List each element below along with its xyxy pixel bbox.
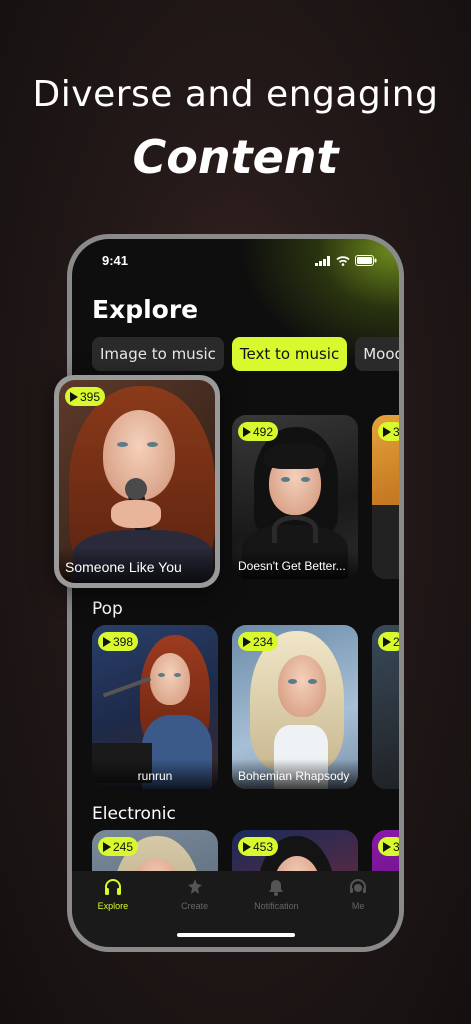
play-icon bbox=[243, 636, 251, 647]
play-icon bbox=[70, 391, 78, 402]
promo-headline-emphasis: Content bbox=[132, 130, 339, 184]
play-count: 245 bbox=[113, 839, 134, 854]
play-count-badge: 453 bbox=[238, 837, 279, 856]
tab-text-to-music[interactable]: Text to music bbox=[231, 337, 348, 371]
bell-icon bbox=[269, 880, 284, 896]
status-icons bbox=[315, 255, 377, 266]
song-title: Bohemian Rhapsody bbox=[232, 759, 358, 789]
app-screen: 9:41 Explore Image to music Text to musi… bbox=[72, 239, 399, 947]
play-count-badge: 234 bbox=[238, 632, 279, 651]
play-count-badge: 245 bbox=[98, 837, 139, 856]
category-tabs: Image to music Text to music Mood bbox=[92, 337, 399, 371]
user-headset-icon bbox=[350, 879, 367, 893]
song-title: runrun bbox=[92, 759, 218, 789]
play-count-badge: 2 bbox=[378, 632, 399, 651]
play-icon bbox=[243, 426, 251, 437]
play-count-badge: 395 bbox=[65, 387, 106, 406]
play-count-badge: 3 bbox=[378, 422, 399, 441]
tab-explore[interactable]: Explore bbox=[78, 877, 148, 947]
play-count: 234 bbox=[253, 634, 274, 649]
tab-label: Create bbox=[181, 901, 209, 911]
section-title-electronic: Electronic bbox=[92, 804, 176, 824]
tab-label: Explore bbox=[97, 901, 129, 911]
battery-icon bbox=[355, 255, 377, 266]
page-title: Explore bbox=[92, 295, 199, 324]
song-card[interactable]: 492 Doesn't Get Better... bbox=[232, 415, 358, 579]
song-card[interactable]: 3 bbox=[372, 415, 399, 579]
play-count-badge: 492 bbox=[238, 422, 279, 441]
play-count: 395 bbox=[80, 389, 101, 404]
tab-mood[interactable]: Mood bbox=[355, 337, 399, 371]
wifi-icon bbox=[336, 255, 350, 266]
pop-row: 398 runrun 234 Bohemian Rhapsody 2 bbox=[92, 625, 399, 789]
song-card[interactable]: 234 Bohemian Rhapsody bbox=[232, 625, 358, 789]
play-icon bbox=[383, 636, 391, 647]
play-count: 492 bbox=[253, 424, 274, 439]
play-count: 398 bbox=[113, 634, 134, 649]
play-icon bbox=[103, 636, 111, 647]
promo-headline: Diverse and engaging bbox=[32, 74, 439, 115]
play-count: 3 bbox=[393, 424, 399, 439]
phone-frame: 9:41 Explore Image to music Text to musi… bbox=[67, 234, 404, 952]
song-card[interactable]: 2 bbox=[372, 625, 399, 789]
play-icon bbox=[383, 841, 391, 852]
play-icon bbox=[383, 426, 391, 437]
featured-cover: 395 Someone Like You bbox=[59, 380, 215, 583]
play-icon bbox=[243, 841, 251, 852]
status-time: 9:41 bbox=[102, 253, 129, 268]
tab-image-to-music[interactable]: Image to music bbox=[92, 337, 224, 371]
song-title: Doesn't Get Better... bbox=[232, 549, 358, 579]
top-row: 492 Doesn't Get Better... 3 bbox=[232, 415, 399, 579]
play-count-badge: 398 bbox=[98, 632, 139, 651]
home-indicator bbox=[176, 933, 295, 937]
tab-label: Notification bbox=[254, 901, 299, 911]
section-title-pop: Pop bbox=[92, 599, 123, 619]
signal-icon bbox=[315, 255, 330, 266]
play-count: 3 bbox=[393, 839, 399, 854]
tab-label: Me bbox=[351, 901, 365, 911]
featured-song-title: Someone Like You bbox=[59, 547, 215, 583]
tab-me[interactable]: Me bbox=[323, 877, 393, 947]
play-count: 2 bbox=[393, 634, 399, 649]
song-card[interactable]: 398 runrun bbox=[92, 625, 218, 789]
featured-song-card[interactable]: 395 Someone Like You bbox=[54, 375, 220, 588]
star-wand-icon bbox=[187, 879, 202, 894]
play-icon bbox=[103, 841, 111, 852]
headphones-icon bbox=[104, 879, 121, 895]
play-count: 453 bbox=[253, 839, 274, 854]
play-count-badge: 3 bbox=[378, 837, 399, 856]
